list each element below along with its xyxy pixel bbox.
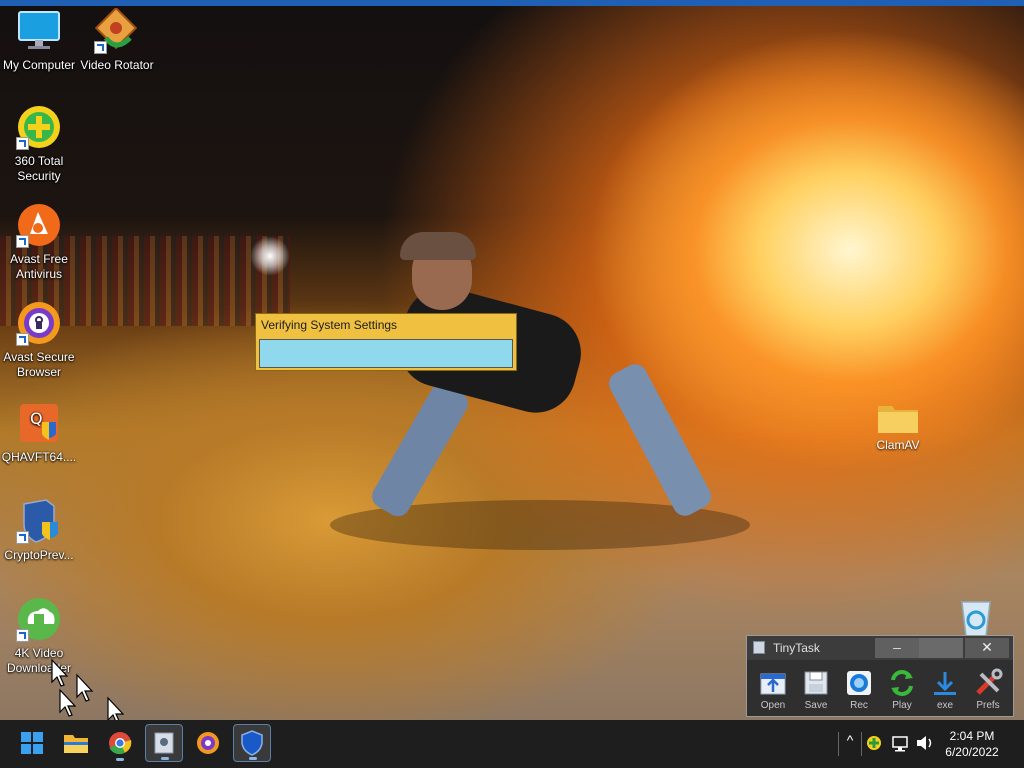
recycle-bin-icon[interactable] bbox=[954, 598, 998, 638]
play-label: Play bbox=[892, 700, 912, 711]
mouse-cursor-icon bbox=[58, 688, 80, 723]
clock-time: 2:04 PM bbox=[949, 729, 995, 743]
download-exe-icon bbox=[930, 668, 960, 698]
dialog-title: Verifying System Settings bbox=[261, 318, 398, 332]
desktop-icon-clamav[interactable]: ClamAV bbox=[872, 402, 924, 452]
tray-overflow-button[interactable]: ^ bbox=[838, 732, 862, 756]
360-security-icon bbox=[16, 104, 62, 150]
progress-bar bbox=[259, 339, 513, 368]
top-edge-bar bbox=[0, 0, 1024, 6]
shortcut-arrow-icon bbox=[16, 629, 29, 642]
desktop-icon-avast-secure-browser[interactable]: Avast Secure Browser bbox=[0, 300, 78, 380]
desktop-icon-video-rotator[interactable]: Video Rotator bbox=[78, 6, 156, 73]
shortcut-arrow-icon bbox=[16, 137, 29, 150]
open-button[interactable]: Open bbox=[753, 666, 793, 714]
exe-label: exe bbox=[936, 700, 954, 711]
record-button[interactable]: Rec bbox=[839, 666, 879, 714]
minimize-button[interactable]: – bbox=[875, 638, 919, 658]
close-button[interactable]: ✕ bbox=[965, 638, 1009, 658]
desktop-icon-cryptoprevent[interactable]: CryptoPrev... bbox=[0, 498, 78, 563]
desktop-icon-label: CryptoPrev... bbox=[4, 548, 74, 562]
clock-date: 6/20/2022 bbox=[945, 745, 999, 759]
desktop-icon-label: Video Rotator bbox=[80, 58, 154, 72]
open-icon bbox=[758, 668, 788, 698]
desktop-icon-my-computer[interactable]: My Computer bbox=[0, 8, 78, 73]
prefs-tools-icon bbox=[973, 668, 1003, 698]
tinytask-app-icon bbox=[753, 641, 765, 654]
tinytask-taskbar-button[interactable] bbox=[145, 724, 183, 762]
save-icon bbox=[801, 668, 831, 698]
running-indicator bbox=[116, 758, 124, 761]
volume-icon[interactable] bbox=[914, 724, 936, 762]
maximize-button[interactable] bbox=[919, 638, 963, 658]
save-label: Save bbox=[804, 700, 828, 711]
shortcut-arrow-icon bbox=[16, 333, 29, 346]
shortcut-arrow-icon bbox=[16, 235, 29, 248]
chrome-button[interactable] bbox=[101, 724, 139, 762]
desktop-icon-label: Avast Secure Browser bbox=[3, 350, 75, 379]
avast-browser-icon bbox=[16, 300, 62, 346]
desktop-icon-label: My Computer bbox=[2, 58, 76, 72]
record-icon bbox=[844, 668, 874, 698]
shield-taskbar-button[interactable] bbox=[233, 724, 271, 762]
shortcut-arrow-icon bbox=[94, 41, 107, 54]
prefs-label: Prefs bbox=[976, 700, 1000, 711]
desktop-icon-avast-free-antivirus[interactable]: Avast Free Antivirus bbox=[0, 202, 78, 282]
4k-downloader-icon bbox=[16, 596, 62, 642]
crypto-shield-icon bbox=[16, 498, 62, 544]
wallpaper-flash bbox=[250, 236, 290, 276]
play-button[interactable]: Play bbox=[882, 666, 922, 714]
exe-button[interactable]: exe bbox=[925, 666, 965, 714]
record-label: Rec bbox=[850, 700, 868, 711]
open-label: Open bbox=[760, 700, 786, 711]
running-indicator bbox=[249, 757, 257, 760]
verifying-dialog: Verifying System Settings bbox=[255, 313, 517, 371]
video-rotator-icon bbox=[94, 6, 140, 54]
qh-shield-icon: Q bbox=[16, 400, 62, 446]
desktop-icon-label: 360 Total Security bbox=[14, 154, 64, 183]
tinytask-titlebar[interactable]: TinyTask – ✕ bbox=[747, 636, 1013, 660]
tinytask-app-icon bbox=[154, 732, 174, 754]
desktop-icon-qhavft64[interactable]: Q QHAVFT64.... bbox=[0, 400, 78, 465]
tinytask-window: TinyTask – ✕ Open Save Rec Play exe Pref… bbox=[746, 635, 1014, 717]
360-tray-icon[interactable] bbox=[862, 724, 886, 762]
taskbar-clock[interactable]: 2:04 PM 6/20/2022 bbox=[940, 728, 1004, 760]
svg-text:Q: Q bbox=[30, 409, 43, 428]
shield-icon bbox=[241, 730, 263, 756]
taskbar: ^ 2:04 PM 6/20/2022 bbox=[0, 720, 1024, 768]
folder-icon bbox=[877, 402, 919, 434]
tinytask-toolbar: Open Save Rec Play exe Prefs bbox=[747, 662, 1013, 716]
desktop-icon-360-total-security[interactable]: 360 Total Security bbox=[0, 104, 78, 184]
folder-icon bbox=[64, 735, 88, 753]
desktop-icon-label: QHAVFT64.... bbox=[1, 450, 77, 464]
desktop-icon-label: ClamAV bbox=[876, 438, 920, 452]
wallpaper-figure-cap bbox=[400, 232, 476, 260]
avast-antivirus-icon bbox=[16, 202, 62, 248]
avast-browser-taskbar-button[interactable] bbox=[189, 724, 227, 762]
desktop-icon-label: Avast Free Antivirus bbox=[10, 252, 68, 281]
network-icon[interactable] bbox=[890, 724, 912, 762]
avast-browser-icon bbox=[197, 732, 219, 754]
chrome-icon bbox=[109, 732, 132, 755]
shortcut-arrow-icon bbox=[16, 531, 29, 544]
save-button[interactable]: Save bbox=[796, 666, 836, 714]
file-explorer-button[interactable] bbox=[57, 724, 95, 762]
running-indicator bbox=[161, 757, 169, 760]
start-button[interactable] bbox=[13, 724, 51, 762]
play-loop-icon bbox=[887, 668, 917, 698]
monitor-icon bbox=[16, 8, 62, 54]
tinytask-title: TinyTask bbox=[773, 641, 820, 655]
prefs-button[interactable]: Prefs bbox=[968, 666, 1008, 714]
